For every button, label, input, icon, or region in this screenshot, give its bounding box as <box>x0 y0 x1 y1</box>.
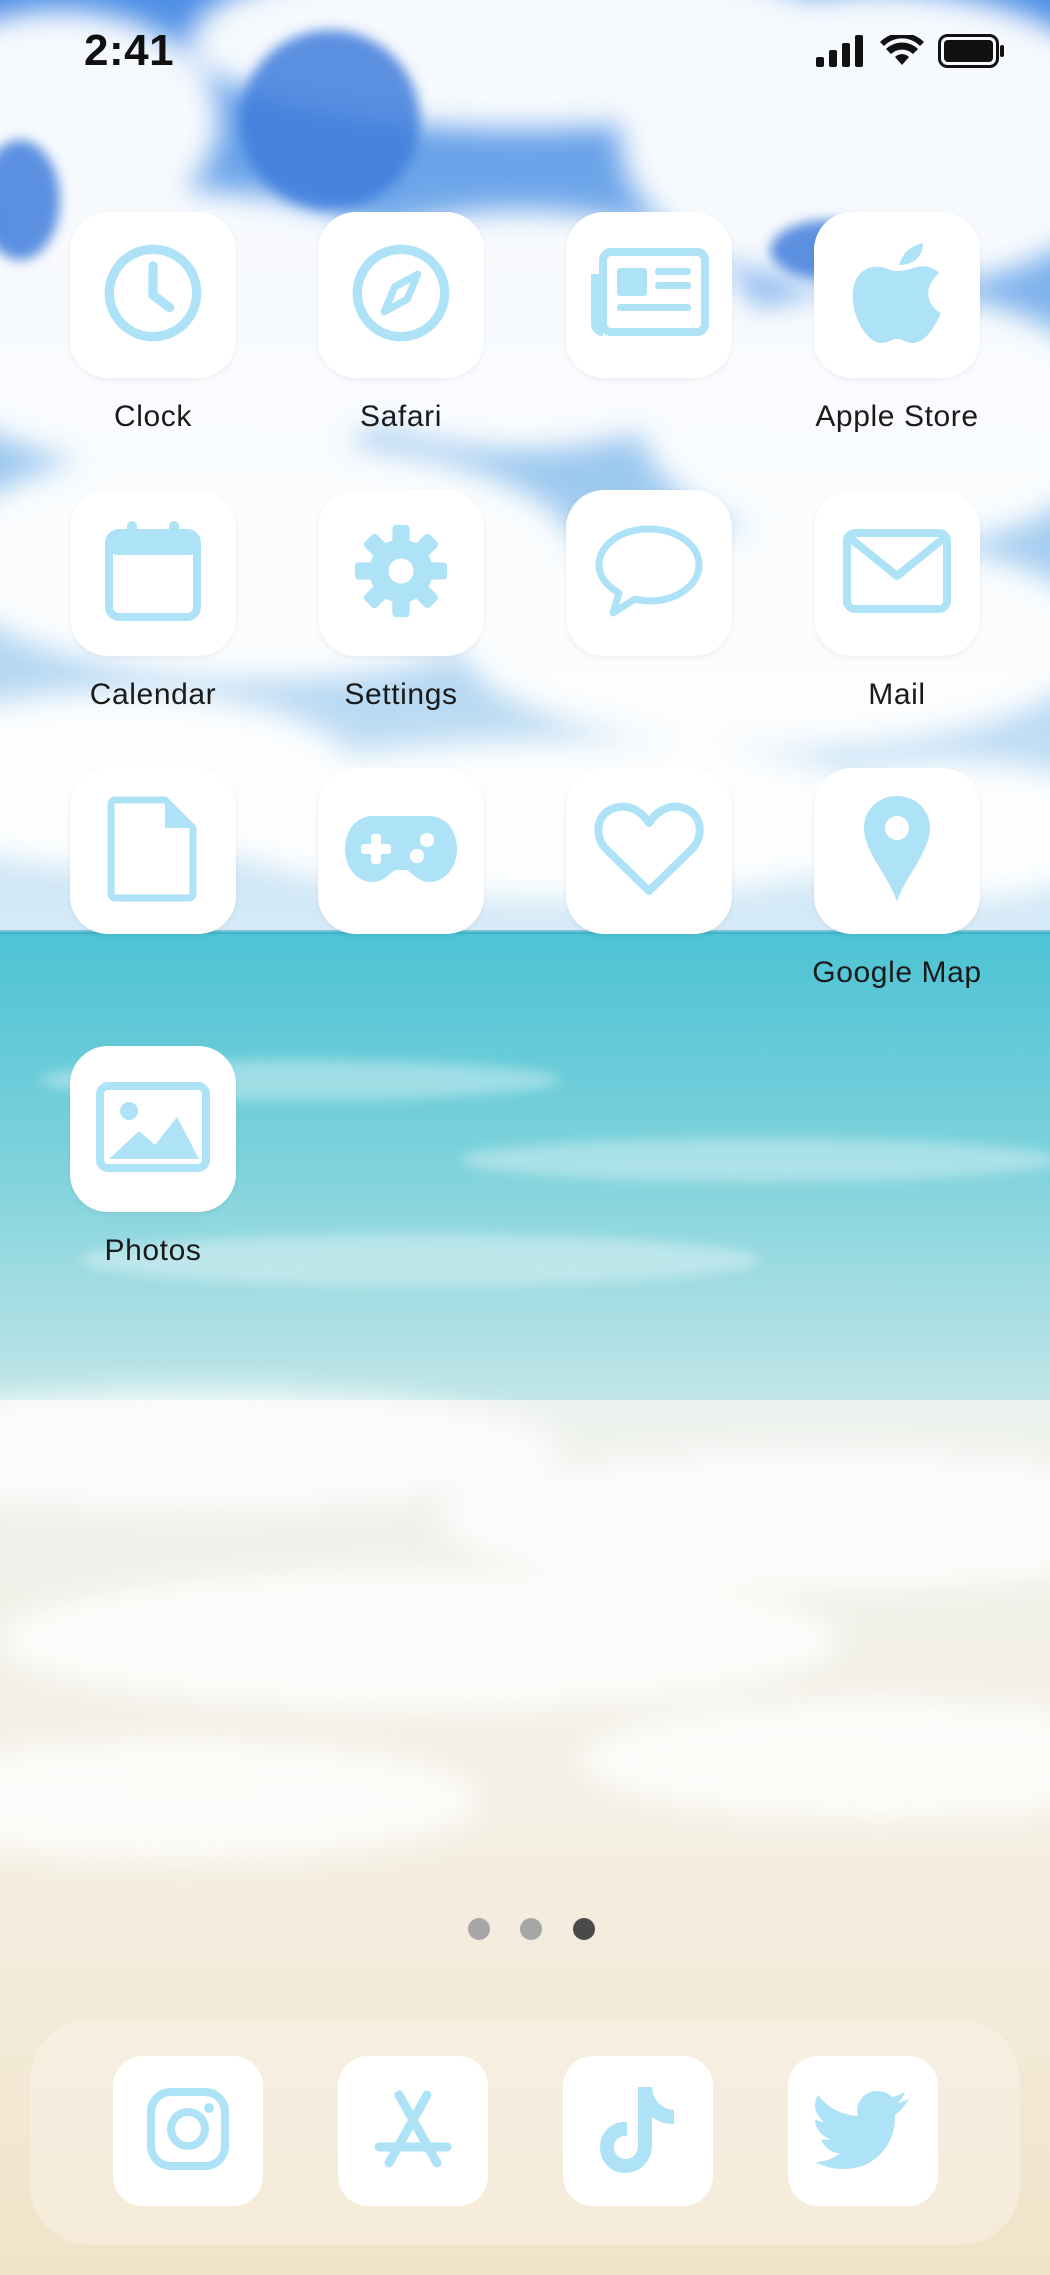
files-app-tile[interactable] <box>70 768 236 934</box>
battery-icon <box>938 34 1004 73</box>
status-time: 2:41 <box>84 26 175 75</box>
status-bar: 2:41 <box>0 0 1050 110</box>
safari-app-tile[interactable] <box>318 212 484 378</box>
twitter-bird-icon <box>815 2089 911 2174</box>
google-map-app-tile[interactable] <box>814 768 980 934</box>
settings-app-tile[interactable] <box>318 490 484 656</box>
page-dot-3-active[interactable] <box>573 1918 595 1940</box>
app-label-google-map: Google Map <box>812 956 982 989</box>
app-label-clock: Clock <box>113 400 192 433</box>
mail-app-tile[interactable] <box>814 490 980 656</box>
app-label-safari: Safari <box>360 400 442 433</box>
compass-icon <box>349 241 453 350</box>
games-app-tile[interactable] <box>318 768 484 934</box>
dock-tiktok[interactable] <box>563 2056 713 2206</box>
health-app-tile[interactable] <box>566 768 732 934</box>
status-icons <box>816 32 1004 73</box>
page-dot-1[interactable] <box>468 1918 490 1940</box>
apple-icon <box>851 241 943 350</box>
heart-icon <box>594 801 704 902</box>
map-pin-icon <box>862 794 932 909</box>
page-dot-2[interactable] <box>520 1918 542 1940</box>
newspaper-icon <box>589 247 709 343</box>
dock-instagram[interactable] <box>113 2056 263 2206</box>
document-icon <box>107 794 199 909</box>
dock-app-store[interactable] <box>338 2056 488 2206</box>
page-indicator[interactable] <box>0 1918 1050 1942</box>
app-label-calendar: Calendar <box>89 678 217 711</box>
instagram-icon <box>146 2087 230 2176</box>
app-label-mail: Mail <box>868 678 926 711</box>
wifi-icon <box>880 32 924 72</box>
app-label-settings: Settings <box>344 678 458 711</box>
messages-app-tile[interactable] <box>566 490 732 656</box>
photos-app-tile[interactable] <box>70 1046 236 1212</box>
app-store-icon <box>371 2087 455 2176</box>
cellular-signal-icon <box>816 35 866 72</box>
apple-store-app-tile[interactable] <box>814 212 980 378</box>
photo-icon <box>95 1081 211 1178</box>
clock-app-tile[interactable] <box>70 212 236 378</box>
calendar-app-tile[interactable] <box>70 490 236 656</box>
clock-icon <box>101 241 205 350</box>
tiktok-icon <box>598 2083 678 2180</box>
envelope-icon <box>842 528 952 619</box>
news-app-tile[interactable] <box>566 212 732 378</box>
dock-twitter[interactable] <box>788 2056 938 2206</box>
app-label-apple-store: Apple Store <box>815 400 979 433</box>
dock <box>30 2020 1020 2245</box>
gamepad-icon <box>343 814 459 889</box>
calendar-icon <box>103 519 203 628</box>
speech-bubble-icon <box>593 523 705 624</box>
app-label-photos: Photos <box>104 1234 202 1267</box>
gear-icon <box>353 523 449 624</box>
